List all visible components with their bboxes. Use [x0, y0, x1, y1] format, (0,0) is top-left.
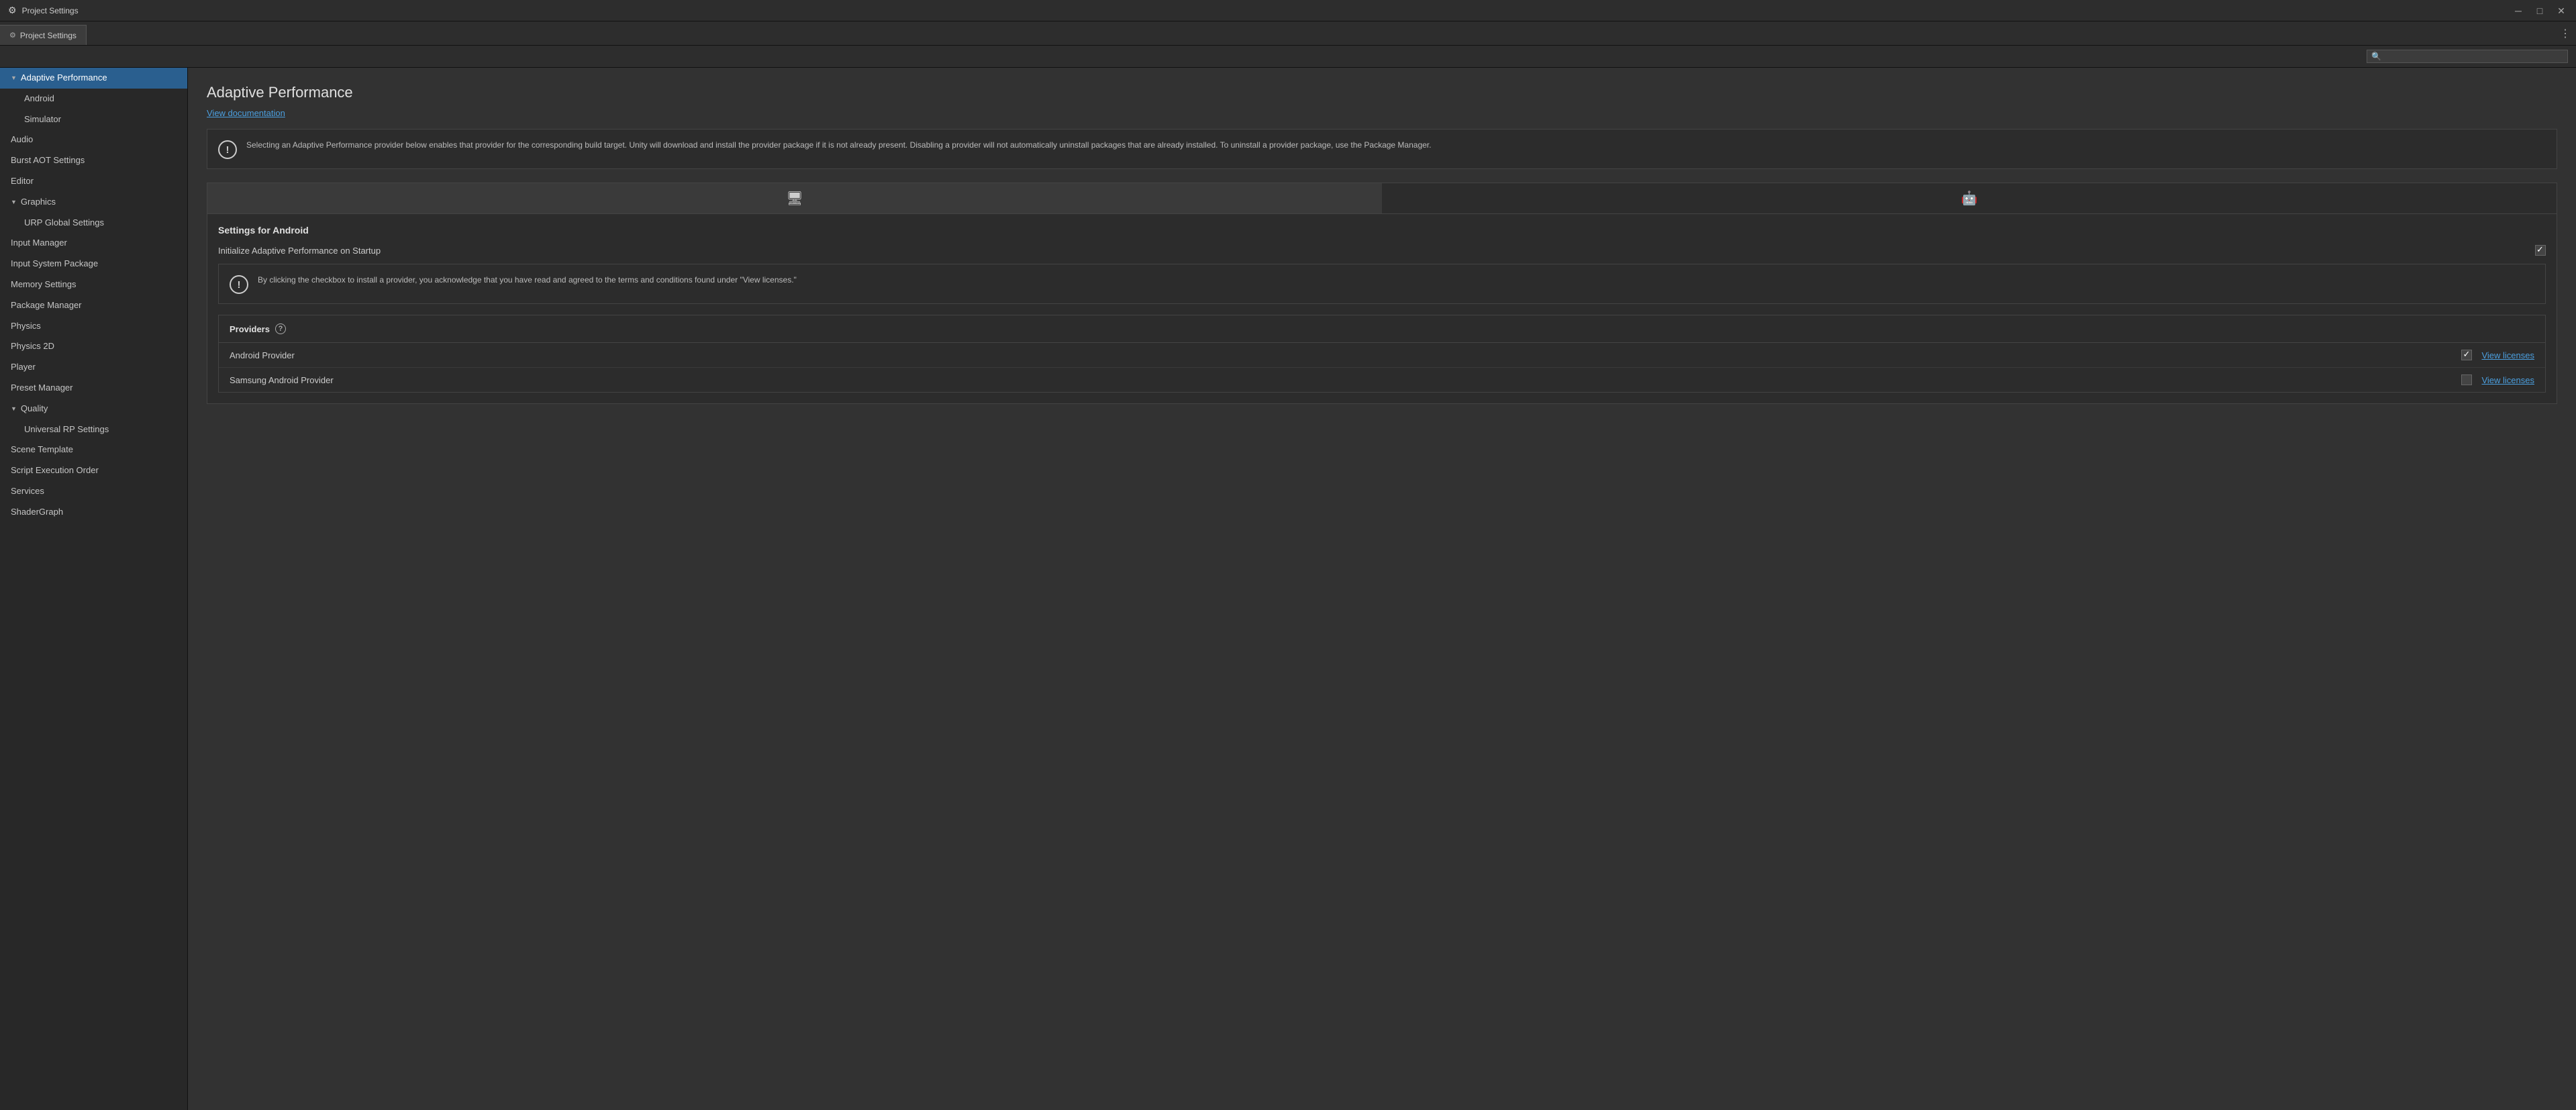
sidebar-item-adaptive-performance[interactable]: Adaptive Performance [0, 68, 187, 89]
warn-box: ! By clicking the checkbox to install a … [218, 264, 2546, 304]
warn-text: By clicking the checkbox to install a pr… [258, 274, 797, 287]
info-text: Selecting an Adaptive Performance provid… [246, 139, 1431, 152]
warn-icon: ! [230, 275, 248, 294]
view-licenses-link[interactable]: View licenses [2481, 350, 2534, 360]
sidebar-item-label: Script Execution Order [11, 464, 99, 478]
sidebar-item-scene-template[interactable]: Scene Template [0, 440, 187, 460]
sidebar-item-player[interactable]: Player [0, 357, 187, 378]
sidebar-item-label: Audio [11, 133, 33, 147]
provider-checkbox[interactable] [2461, 374, 2472, 385]
sidebar-item-simulator[interactable]: Simulator [0, 109, 187, 130]
title-bar-left: ⚙ Project Settings [8, 5, 79, 16]
sidebar-item-universal-rp[interactable]: Universal RP Settings [0, 419, 187, 440]
info-box: ! Selecting an Adaptive Performance prov… [207, 129, 2557, 169]
provider-row: Samsung Android Provider View licenses [219, 368, 2545, 392]
minimize-button[interactable]: ─ [2512, 6, 2525, 15]
sidebar-item-label: Physics 2D [11, 340, 54, 354]
sidebar-item-label: Graphics [21, 195, 56, 209]
provider-row: Android Provider View licenses [219, 343, 2545, 368]
initialize-label: Initialize Adaptive Performance on Start… [218, 246, 2527, 256]
provider-name: Samsung Android Provider [230, 375, 2452, 385]
search-icon: 🔍 [2371, 52, 2381, 61]
sidebar-item-label: URP Global Settings [24, 216, 104, 230]
desktop-tab[interactable]: 🖥 [207, 183, 1382, 213]
initialize-row: Initialize Adaptive Performance on Start… [218, 245, 2546, 256]
info-icon: ! [218, 140, 237, 159]
app-icon: ⚙ [8, 5, 17, 16]
triangle-icon [11, 197, 17, 207]
sidebar-item-label: Input System Package [11, 257, 98, 271]
sidebar-item-label: Editor [11, 174, 34, 189]
sidebar-item-editor[interactable]: Editor [0, 171, 187, 192]
sidebar-item-services[interactable]: Services [0, 481, 187, 502]
sidebar-item-label: Player [11, 360, 36, 374]
sidebar-item-label: ShaderGraph [11, 505, 63, 519]
sidebar-item-label: Preset Manager [11, 381, 73, 395]
desktop-icon: 🖥 [786, 190, 803, 207]
sidebar-item-label: Quality [21, 402, 48, 416]
page-title: Adaptive Performance [207, 84, 2557, 101]
project-settings-tab[interactable]: ⚙ Project Settings [0, 25, 87, 45]
close-button[interactable]: ✕ [2555, 6, 2568, 15]
settings-panel-title: Settings for Android [218, 225, 2546, 236]
tab-menu-button[interactable]: ⋮ [2560, 27, 2571, 40]
sidebar-item-label: Simulator [24, 113, 61, 127]
view-licenses-link[interactable]: View licenses [2481, 375, 2534, 385]
sidebar-item-package-manager[interactable]: Package Manager [0, 295, 187, 316]
initialize-checkbox[interactable] [2535, 245, 2546, 256]
sidebar-item-input-system[interactable]: Input System Package [0, 254, 187, 274]
sidebar-item-quality[interactable]: Quality [0, 399, 187, 419]
providers-title: Providers [230, 324, 270, 334]
sidebar-item-label: Services [11, 485, 44, 499]
sidebar-item-label: Package Manager [11, 299, 82, 313]
tab-bar: ⚙ Project Settings ⋮ [0, 21, 2576, 46]
android-icon: 🤖 [1961, 190, 1978, 207]
sidebar-item-graphics[interactable]: Graphics [0, 192, 187, 213]
sidebar-item-memory-settings[interactable]: Memory Settings [0, 274, 187, 295]
sidebar-item-label: Universal RP Settings [24, 423, 109, 437]
search-bar: 🔍 [0, 46, 2576, 68]
sidebar-item-label: Input Manager [11, 236, 67, 250]
title-bar-controls: ─ □ ✕ [2512, 6, 2568, 15]
provider-checkbox[interactable] [2461, 350, 2472, 360]
sidebar-item-label: Scene Template [11, 443, 73, 457]
view-documentation-link[interactable]: View documentation [207, 108, 285, 118]
sidebar-item-urp-global[interactable]: URP Global Settings [0, 213, 187, 234]
maximize-button[interactable]: □ [2533, 6, 2546, 15]
search-input-wrap: 🔍 [2367, 50, 2568, 63]
sidebar-item-label: Adaptive Performance [21, 71, 107, 85]
triangle-icon [11, 404, 17, 413]
sidebar-item-label: Physics [11, 319, 41, 334]
android-tab[interactable]: 🤖 [1382, 183, 2557, 213]
sidebar-item-burst-aot[interactable]: Burst AOT Settings [0, 150, 187, 171]
tab-icon: ⚙ [9, 31, 16, 40]
sidebar-item-script-execution[interactable]: Script Execution Order [0, 460, 187, 481]
help-icon[interactable]: ? [275, 323, 286, 334]
sidebar-item-input-manager[interactable]: Input Manager [0, 233, 187, 254]
sidebar-item-preset-manager[interactable]: Preset Manager [0, 378, 187, 399]
sidebar-item-label: Memory Settings [11, 278, 77, 292]
main-layout: Adaptive Performance Android Simulator Audi… [0, 68, 2576, 1110]
providers-header: Providers ? [219, 315, 2545, 343]
sidebar-item-physics[interactable]: Physics [0, 316, 187, 337]
settings-panel: Settings for Android Initialize Adaptive… [207, 214, 2557, 404]
sidebar-item-android[interactable]: Android [0, 89, 187, 109]
title-bar: ⚙ Project Settings ─ □ ✕ [0, 0, 2576, 21]
providers-section: Providers ? Android Provider View license… [218, 315, 2546, 393]
sidebar-item-audio[interactable]: Audio [0, 130, 187, 150]
triangle-icon [11, 73, 17, 83]
content-area: Adaptive Performance View documentation … [188, 68, 2576, 1110]
provider-name: Android Provider [230, 350, 2452, 360]
window-title: Project Settings [22, 6, 79, 15]
tab-label: Project Settings [20, 31, 77, 40]
sidebar-item-label: Burst AOT Settings [11, 154, 85, 168]
platform-tabs: 🖥 🤖 [207, 183, 2557, 214]
sidebar-item-label: Android [24, 92, 54, 106]
sidebar: Adaptive Performance Android Simulator Audi… [0, 68, 188, 1110]
sidebar-item-shadergraph[interactable]: ShaderGraph [0, 502, 187, 523]
search-input[interactable] [2384, 52, 2563, 61]
sidebar-item-physics-2d[interactable]: Physics 2D [0, 336, 187, 357]
